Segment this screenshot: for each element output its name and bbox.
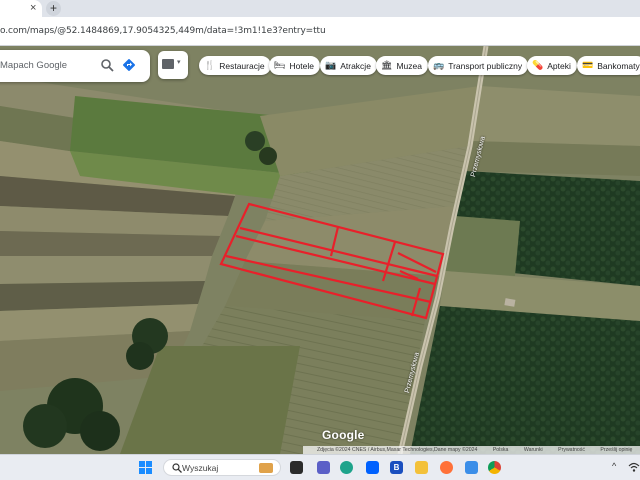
chip-label: Apteki xyxy=(547,60,571,71)
photos-icon[interactable] xyxy=(465,461,478,474)
windows-start-icon[interactable] xyxy=(139,461,152,474)
browser-tab[interactable]: × xyxy=(0,0,42,17)
search-icon[interactable] xyxy=(100,58,114,72)
new-tab-button[interactable]: + xyxy=(46,1,61,16)
chrome-icon[interactable] xyxy=(488,461,501,474)
chip-label: Bankomaty xyxy=(597,60,640,71)
search-input[interactable]: Mapach Google xyxy=(0,60,67,71)
pharmacy-icon: 💊 xyxy=(532,60,544,70)
task-view-icon[interactable] xyxy=(290,461,303,474)
taskbar-search[interactable]: Wyszukaj xyxy=(163,459,281,476)
chip-muzea[interactable]: 🏛 Muzea xyxy=(376,56,428,75)
tab-strip: × + xyxy=(0,0,640,17)
dropbox-icon[interactable] xyxy=(366,461,379,474)
chip-hotele[interactable]: 🛏 Hotele xyxy=(269,56,321,75)
museum-icon: 🏛 xyxy=(381,60,393,70)
wifi-icon[interactable] xyxy=(628,461,640,473)
satellite-map[interactable]: Przemysłowa Przemysłowa Mapach Google ▾ … xyxy=(0,46,640,454)
chip-label: Muzea xyxy=(396,60,422,71)
chip-transport-publiczny[interactable]: 🚌 Transport publiczny xyxy=(428,56,529,75)
taskbar-search-input[interactable]: Wyszukaj xyxy=(182,463,218,473)
chip-label: Hotele xyxy=(289,60,315,71)
atm-icon: 💳 xyxy=(582,60,594,70)
folder-icon[interactable] xyxy=(415,461,428,474)
chip-label: Atrakcje xyxy=(340,60,371,71)
feedback-link[interactable]: Prześlij opinię xyxy=(600,447,632,453)
chip-bankomaty[interactable]: 💳 Bankomaty xyxy=(577,56,640,75)
b-app-icon[interactable]: B xyxy=(390,461,403,474)
camera-icon: 📷 xyxy=(325,60,337,70)
imagery-credit: Zdjęcia ©2024 CNES / Airbus,Maxar Techno… xyxy=(317,447,478,453)
directions-icon[interactable] xyxy=(122,58,136,72)
satellite-imagery[interactable] xyxy=(0,46,640,454)
map-search-box[interactable]: Mapach Google xyxy=(0,50,150,82)
tab-close-icon[interactable]: × xyxy=(30,1,36,15)
terms-link[interactable]: Warunki xyxy=(524,447,543,453)
country-link[interactable]: Polska xyxy=(493,447,509,453)
privacy-link[interactable]: Prywatność xyxy=(558,447,585,453)
address-bar[interactable]: o.com/maps/@52.1484869,17.9054325,449m/d… xyxy=(0,17,640,46)
attribution-bar: Zdjęcia ©2024 CNES / Airbus,Maxar Techno… xyxy=(303,446,640,454)
search-icon xyxy=(172,463,182,473)
input-tools-button[interactable]: ▾ xyxy=(158,51,188,79)
windows-taskbar: Wyszukaj B ^ xyxy=(0,454,640,480)
google-logo: Google xyxy=(322,428,365,442)
chevron-down-icon: ▾ xyxy=(177,59,181,66)
search-highlight-icon xyxy=(259,463,273,473)
firefox-icon[interactable] xyxy=(440,461,453,474)
hotel-icon: 🛏 xyxy=(274,60,286,70)
tray-overflow-icon[interactable]: ^ xyxy=(612,461,616,471)
keyboard-icon xyxy=(162,59,174,69)
restaurant-icon: 🍴 xyxy=(204,60,216,70)
chip-atrakcje[interactable]: 📷 Atrakcje xyxy=(320,56,377,75)
chip-apteki[interactable]: 💊 Apteki xyxy=(527,56,577,75)
teams-icon[interactable] xyxy=(317,461,330,474)
chip-restauracje[interactable]: 🍴 Restauracje xyxy=(199,56,271,75)
edge-icon[interactable] xyxy=(340,461,353,474)
chip-label: Transport publiczny xyxy=(448,60,523,71)
bus-icon: 🚌 xyxy=(433,60,445,70)
url-text[interactable]: o.com/maps/@52.1484869,17.9054325,449m/d… xyxy=(0,26,326,36)
chip-label: Restauracje xyxy=(219,60,265,71)
